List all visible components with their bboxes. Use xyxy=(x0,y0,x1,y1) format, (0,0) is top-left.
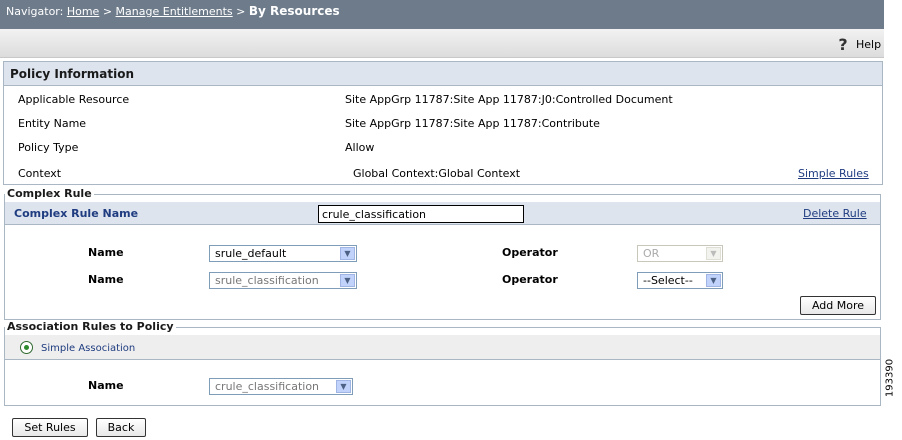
navigator-bar: Navigator: Home > Manage Entitlements > … xyxy=(0,0,884,29)
applicable-resource-value: Site AppGrp 11787:Site App 11787:J0:Cont… xyxy=(345,93,673,106)
chevron-down-icon: ▼ xyxy=(340,274,355,287)
breadcrumb-separator: > xyxy=(102,5,113,18)
rule-name-selected-value: srule_default xyxy=(215,247,287,260)
chevron-down-icon: ▼ xyxy=(706,247,721,260)
rule-name-selected-value: srule_classification xyxy=(215,274,319,287)
breadcrumb-manage-entitlements-link[interactable]: Manage Entitlements xyxy=(116,5,233,18)
simple-association-label[interactable]: Simple Association xyxy=(41,343,135,354)
complex-rule-name-input[interactable] xyxy=(318,205,524,223)
applicable-resource-label: Applicable Resource xyxy=(18,93,130,106)
set-rules-button[interactable]: Set Rules xyxy=(12,418,88,437)
help-label: Help xyxy=(856,37,882,51)
policy-information-header: Policy Information xyxy=(4,62,882,86)
question-mark-icon: ? xyxy=(838,34,848,54)
operator-selected-value: OR xyxy=(643,247,660,260)
back-button[interactable]: Back xyxy=(96,418,146,437)
operator-select-disabled: OR ▼ xyxy=(637,245,723,262)
delete-rule-link[interactable]: Delete Rule xyxy=(803,207,867,220)
association-name-selected-value: crule_classification xyxy=(215,380,320,393)
operator-selected-value: --Select-- xyxy=(643,274,693,287)
association-name-label: Name xyxy=(88,379,124,392)
operator-select[interactable]: --Select-- ▼ xyxy=(637,272,723,289)
toolbar xyxy=(0,29,884,58)
entity-name-label: Entity Name xyxy=(18,117,87,130)
chevron-down-icon: ▼ xyxy=(706,274,721,287)
policy-type-value: Allow xyxy=(345,141,375,154)
simple-association-radio[interactable] xyxy=(20,341,33,354)
complex-rule-legend: Complex Rule xyxy=(5,187,94,200)
rule-name-select[interactable]: srule_classification ▼ xyxy=(209,272,357,289)
chevron-down-icon: ▼ xyxy=(336,380,351,393)
policy-type-label: Policy Type xyxy=(18,141,79,154)
help-button[interactable]: ? Help xyxy=(836,34,882,54)
policy-information-title: Policy Information xyxy=(10,67,135,81)
breadcrumb-separator: > xyxy=(236,5,246,18)
radio-selected-dot xyxy=(24,345,29,350)
add-more-button[interactable]: Add More xyxy=(800,296,876,315)
operator-label: Operator xyxy=(502,273,558,286)
breadcrumb: Navigator: Home > Manage Entitlements > … xyxy=(6,4,340,18)
rule-name-label: Name xyxy=(88,246,124,259)
operator-label: Operator xyxy=(502,246,558,259)
simple-association-bar xyxy=(5,335,880,360)
breadcrumb-prefix: Navigator: xyxy=(6,5,64,18)
association-rules-legend: Association Rules to Policy xyxy=(5,320,176,333)
chevron-down-icon: ▼ xyxy=(340,247,355,260)
rule-name-select[interactable]: srule_default ▼ xyxy=(209,245,357,262)
figure-id-text: 193390 xyxy=(884,358,896,398)
figure-id: 193390 xyxy=(882,358,898,398)
breadcrumb-home-link[interactable]: Home xyxy=(67,5,99,18)
simple-rules-link[interactable]: Simple Rules xyxy=(798,167,869,180)
entity-name-value: Site AppGrp 11787:Site App 11787:Contrib… xyxy=(345,117,600,130)
rule-name-label: Name xyxy=(88,273,124,286)
association-name-select[interactable]: crule_classification ▼ xyxy=(209,378,353,395)
breadcrumb-current: By Resources xyxy=(248,4,340,18)
context-value: Global Context:Global Context xyxy=(353,167,521,180)
complex-rule-name-label: Complex Rule Name xyxy=(14,207,139,220)
context-label: Context xyxy=(18,167,62,180)
